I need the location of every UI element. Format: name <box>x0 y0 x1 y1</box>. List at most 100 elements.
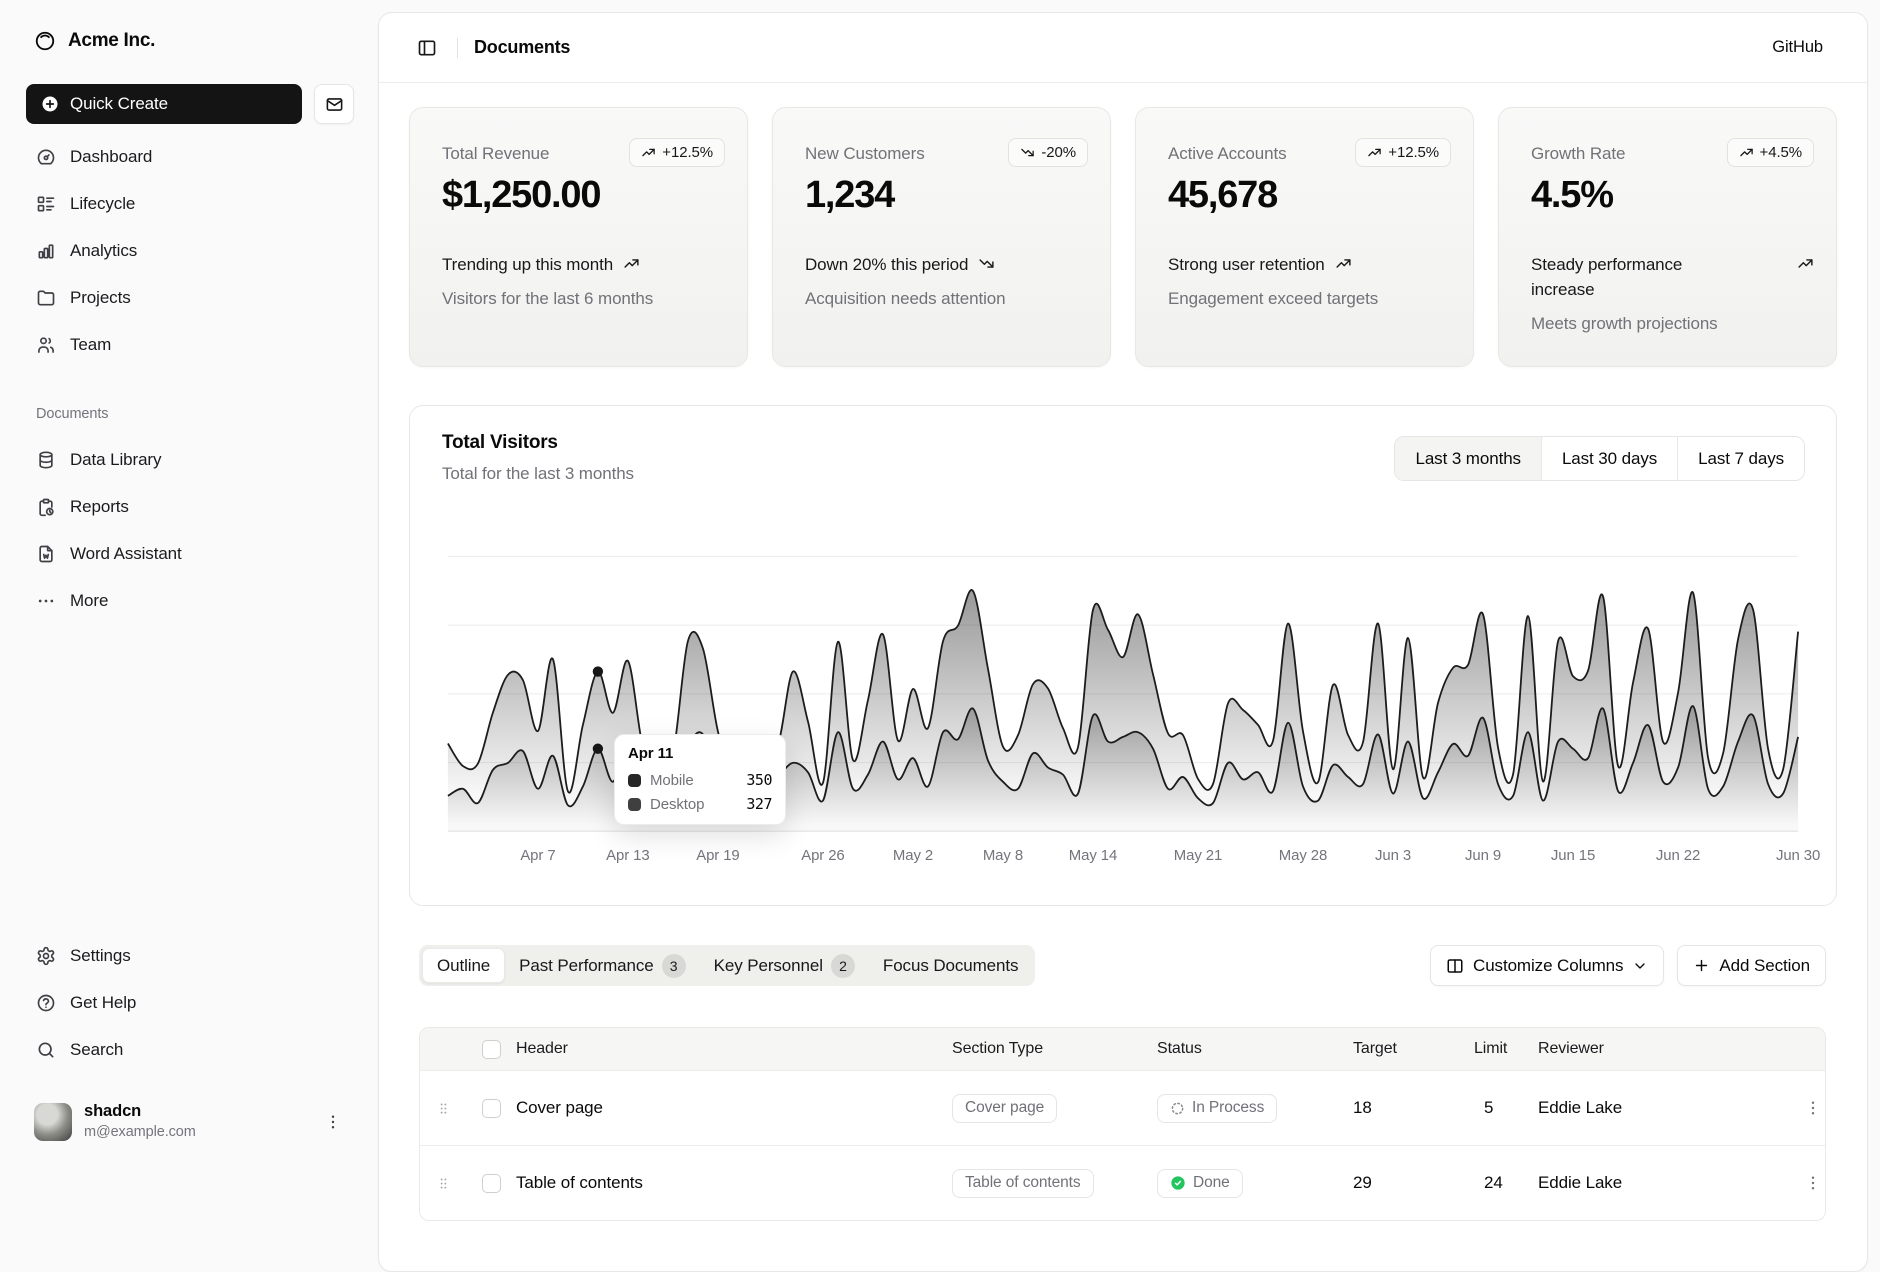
card-value: 1,234 <box>805 174 894 217</box>
card-growth-rate: Growth Rate +4.5% 4.5% Steady performanc… <box>1498 107 1837 367</box>
brand[interactable]: Acme Inc. <box>26 22 163 60</box>
main-panel: Documents GitHub Total Revenue +12.5% $1… <box>378 12 1868 1272</box>
tab-past-performance[interactable]: Past Performance3 <box>505 948 699 983</box>
x-axis-tick: Apr 19 <box>696 847 739 864</box>
row-menu-button[interactable] <box>1802 1097 1824 1119</box>
report-icon <box>36 497 56 517</box>
col-limit: Limit <box>1474 1040 1538 1058</box>
sidebar-item-more[interactable]: More <box>26 582 354 620</box>
card-label: Total Revenue <box>442 144 549 164</box>
sidebar-item-dashboard[interactable]: Dashboard <box>26 138 354 176</box>
quick-create-label: Quick Create <box>70 94 168 114</box>
card-footer-line1: Down 20% this period <box>805 252 968 277</box>
card-footer-line2: Visitors for the last 6 months <box>442 286 725 311</box>
drag-handle[interactable] <box>434 1099 453 1118</box>
sidebar-item-projects[interactable]: Projects <box>26 279 354 317</box>
badge-value: +4.5% <box>1760 144 1802 161</box>
sidebar-item-analytics[interactable]: Analytics <box>26 232 354 270</box>
gear-icon <box>36 946 56 966</box>
sidebar-item-word-assistant[interactable]: Word Assistant <box>26 535 354 573</box>
sidebar-item-reports[interactable]: Reports <box>26 488 354 526</box>
user-menu[interactable]: shadcn m@example.com <box>26 1098 354 1146</box>
quick-create-button[interactable]: Quick Create <box>26 84 302 124</box>
sidebar-item-team[interactable]: Team <box>26 326 354 364</box>
trend-badge: +12.5% <box>629 138 725 167</box>
drag-handle[interactable] <box>434 1174 453 1193</box>
select-all-checkbox[interactable] <box>482 1040 501 1059</box>
x-axis-tick: Apr 13 <box>606 847 649 864</box>
add-section-label: Add Section <box>1719 956 1810 976</box>
add-section-button[interactable]: Add Section <box>1677 945 1826 986</box>
tooltip-series-value: 327 <box>746 795 772 813</box>
badge-value: -20% <box>1041 144 1076 161</box>
card-footer-line1: Strong user retention <box>1168 252 1325 277</box>
col-section-type: Section Type <box>952 1040 1157 1058</box>
user-kebab-button[interactable] <box>320 1109 346 1135</box>
tab-key-personnel[interactable]: Key Personnel2 <box>700 948 869 983</box>
sidebar-item-get-help[interactable]: Get Help <box>26 984 354 1022</box>
col-target: Target <box>1348 1040 1474 1058</box>
card-active-accounts: Active Accounts +12.5% 45,678 Strong use… <box>1135 107 1474 367</box>
documents-nav: Data Library Reports Word Assistant More <box>26 441 354 620</box>
chevron-down-icon <box>1632 958 1648 974</box>
sidebar-item-label: Search <box>70 1040 123 1060</box>
footer-nav: Settings Get Help Search <box>26 937 354 1069</box>
status-label: In Process <box>1192 1099 1264 1117</box>
sidebar-item-settings[interactable]: Settings <box>26 937 354 975</box>
trending-up-icon <box>641 145 656 160</box>
x-axis-tick: May 8 <box>983 847 1023 864</box>
sidebar-item-search[interactable]: Search <box>26 1031 354 1069</box>
x-axis-tick: Jun 30 <box>1776 847 1820 864</box>
cell-reviewer[interactable]: Eddie Lake <box>1538 1173 1802 1193</box>
tooltip-series-value: 350 <box>746 771 772 789</box>
user-email: m@example.com <box>84 1124 308 1141</box>
sidebar-item-label: Lifecycle <box>70 194 135 214</box>
card-label: New Customers <box>805 144 925 164</box>
trend-badge: +12.5% <box>1355 138 1451 167</box>
cell-header[interactable]: Table of contents <box>508 1173 952 1193</box>
cell-limit[interactable]: 24 <box>1474 1173 1538 1193</box>
cell-target[interactable]: 18 <box>1348 1098 1474 1118</box>
sidebar-group-label: Documents <box>36 406 108 422</box>
github-link[interactable]: GitHub <box>1772 38 1823 57</box>
card-value: 45,678 <box>1168 174 1277 217</box>
row-checkbox[interactable] <box>482 1099 501 1118</box>
tab-outline[interactable]: Outline <box>422 948 505 983</box>
row-menu-button[interactable] <box>1802 1172 1824 1194</box>
cell-limit[interactable]: 5 <box>1474 1098 1538 1118</box>
trending-up-icon <box>1739 145 1754 160</box>
customize-columns-button[interactable]: Customize Columns <box>1430 945 1664 986</box>
x-axis-tick: Jun 9 <box>1465 847 1501 864</box>
sidebar-toggle-button[interactable] <box>413 34 441 62</box>
section-tabsbar: Outline Past Performance3 Key Personnel2… <box>419 945 1826 986</box>
circle-plus-icon <box>40 94 60 114</box>
tooltip-series-label: Mobile <box>650 772 694 789</box>
folder-icon <box>36 288 56 308</box>
card-value: $1,250.00 <box>442 174 600 217</box>
row-checkbox[interactable] <box>482 1174 501 1193</box>
chart-tooltip: Apr 11 Mobile 350 Desktop 327 <box>614 734 786 825</box>
table-row[interactable]: Cover page Cover page In Process 18 5 Ed… <box>420 1070 1825 1145</box>
tab-focus-documents[interactable]: Focus Documents <box>869 948 1033 983</box>
plus-icon <box>1693 957 1710 974</box>
card-new-customers: New Customers -20% 1,234 Down 20% this p… <box>772 107 1111 367</box>
sidebar-item-data-library[interactable]: Data Library <box>26 441 354 479</box>
cell-reviewer[interactable]: Eddie Lake <box>1538 1098 1802 1118</box>
active-dot-total <box>593 666 603 676</box>
chart-bar-icon <box>36 241 56 261</box>
tab-count-badge: 2 <box>831 954 855 978</box>
desktop-swatch <box>628 798 641 811</box>
visitors-area-chart[interactable]: Apr 7Apr 13Apr 19Apr 26May 2May 8May 14M… <box>410 406 1836 905</box>
sidebar-item-label: More <box>70 591 108 611</box>
active-dot-mobile <box>593 744 603 754</box>
x-axis-tick: May 28 <box>1279 847 1327 864</box>
columns-icon <box>1446 957 1464 975</box>
cell-header[interactable]: Cover page <box>508 1098 952 1118</box>
trending-up-icon <box>1797 255 1814 272</box>
tab-label: Past Performance <box>519 956 653 976</box>
inbox-button[interactable] <box>314 84 354 124</box>
table-row[interactable]: Table of contents Table of contents Done… <box>420 1145 1825 1220</box>
cell-target[interactable]: 29 <box>1348 1173 1474 1193</box>
sidebar-item-lifecycle[interactable]: Lifecycle <box>26 185 354 223</box>
sections-table: Header Section Type Status Target Limit … <box>419 1027 1826 1221</box>
